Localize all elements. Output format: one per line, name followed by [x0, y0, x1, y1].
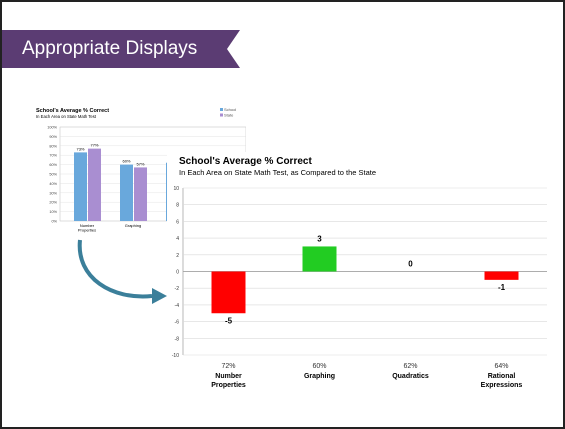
bar-value-label: -5: [225, 316, 233, 325]
category-label: Properties: [211, 382, 246, 389]
category-label: Graphing: [304, 373, 335, 380]
slide-title: Appropriate Displays: [22, 38, 198, 59]
slide: Appropriate Displays School's Average % …: [0, 0, 565, 429]
small-category-label: Properties: [78, 228, 96, 233]
comparison-chart: School's Average % Correct In Each Area o…: [167, 152, 552, 402]
y-tick-label: 4: [176, 236, 179, 242]
category-label: Quadratics: [392, 373, 429, 380]
y-tick-label: 0: [176, 270, 179, 276]
chart-subtitle: In Each Area on State Math Test, as Comp…: [179, 168, 376, 177]
category-label: Number: [215, 373, 242, 380]
y-tick-label: 20%: [49, 201, 57, 205]
y-tick-label: 60%: [49, 163, 57, 167]
small-bar: [88, 148, 101, 221]
legend-label: State: [224, 113, 234, 118]
curved-arrow: [77, 239, 167, 304]
y-tick-label: -10: [172, 353, 179, 359]
category-percent-label: 62%: [403, 363, 417, 370]
y-tick-label: 6: [176, 219, 179, 225]
y-tick-label: 8: [176, 203, 179, 209]
bar-value-label: -1: [498, 283, 506, 292]
y-tick-label: 100%: [47, 126, 57, 130]
small-bar: [134, 167, 147, 221]
bar-value-label: 3: [317, 234, 322, 243]
y-tick-label: 0%: [52, 220, 58, 224]
value-bar: [484, 271, 519, 280]
small-bar: [120, 164, 133, 221]
y-tick-label: 40%: [49, 182, 57, 186]
y-tick-label: 90%: [49, 135, 57, 139]
legend-label: School: [224, 107, 236, 112]
y-tick-label: 2: [176, 253, 179, 259]
y-tick-label: -6: [175, 320, 180, 326]
y-tick-label: 30%: [49, 191, 57, 195]
y-tick-label: -2: [175, 286, 180, 292]
category-percent-label: 64%: [494, 363, 508, 370]
y-tick-label: 70%: [49, 154, 57, 158]
legend-swatch: [220, 113, 223, 117]
category-percent-label: 60%: [312, 363, 326, 370]
category-label: Rational: [488, 373, 516, 380]
small-data-label: 73%: [76, 146, 84, 151]
small-data-label: 57%: [136, 161, 144, 166]
value-bar: [211, 271, 246, 314]
small-chart-subtitle: In Each Area on State Math Test: [36, 114, 97, 119]
y-tick-label: 10: [173, 186, 179, 192]
value-bar: [302, 246, 337, 272]
small-category-label: Graphing: [125, 223, 141, 228]
category-percent-label: 72%: [221, 363, 235, 370]
y-tick-label: -4: [175, 303, 180, 309]
y-tick-label: 10%: [49, 210, 57, 214]
category-label: Expressions: [481, 382, 523, 389]
title-banner: Appropriate Displays: [2, 30, 240, 68]
y-tick-label: -8: [175, 336, 180, 342]
legend-swatch: [220, 108, 223, 111]
comparison-chart-svg: School's Average % CorrectIn Each Area o…: [172, 156, 547, 389]
bar-value-label: 0: [408, 260, 413, 269]
small-data-label: 60%: [122, 159, 130, 164]
small-data-label: 77%: [90, 143, 98, 148]
y-tick-label: 50%: [49, 173, 57, 177]
chart-title: School's Average % Correct: [179, 156, 312, 167]
small-bar: [74, 152, 87, 221]
y-tick-label: 80%: [49, 144, 57, 148]
